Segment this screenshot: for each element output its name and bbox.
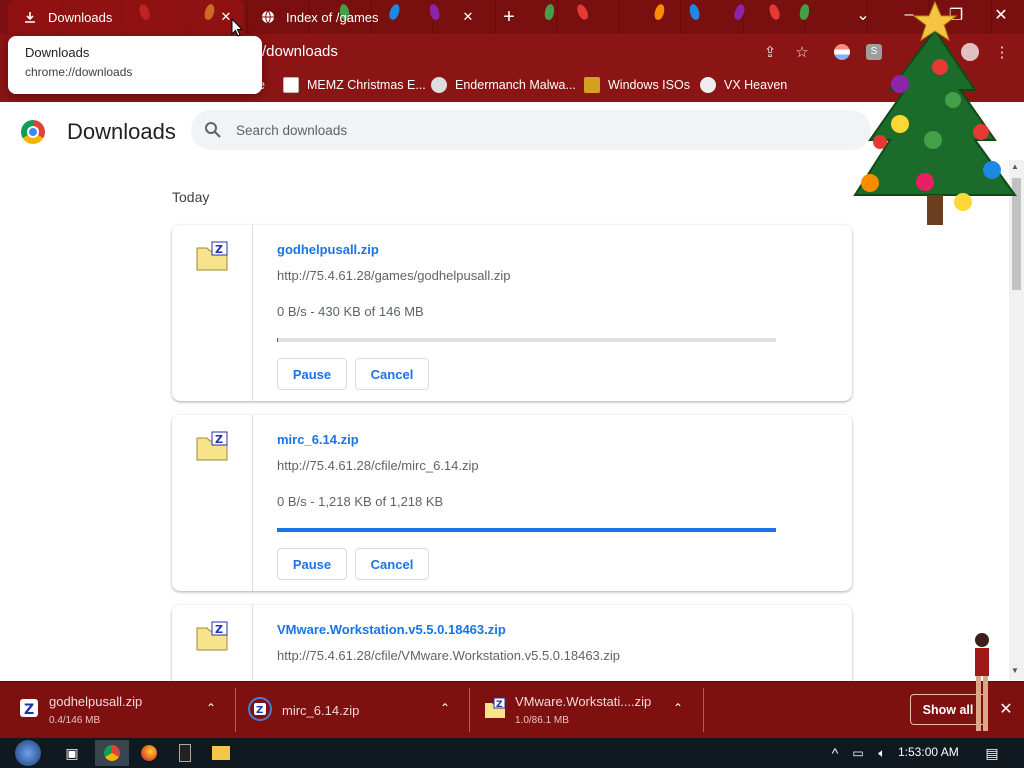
svg-text:Z: Z	[24, 702, 34, 718]
bookmark-endermanch[interactable]: Endermanch Malwa...	[431, 74, 576, 96]
zip-file-icon: Z	[196, 431, 228, 461]
notification-icon[interactable]: ▤	[980, 740, 1004, 766]
pause-button[interactable]: Pause	[277, 358, 347, 390]
zip-file-icon: Z	[20, 699, 38, 718]
shelf-file-name: mirc_6.14.zip	[282, 703, 360, 718]
taskbar-file-explorer-icon[interactable]	[209, 740, 233, 766]
shelf-file-size: 1.0/86.1 MB	[515, 715, 569, 726]
svg-text:Z: Z	[215, 433, 223, 446]
file-source-url[interactable]: http://75.4.61.28/games/godhelpusall.zip	[277, 268, 510, 283]
volume-icon[interactable]: 🔈︎	[872, 740, 892, 766]
chevron-up-icon[interactable]: ⌃	[206, 701, 216, 715]
bookmark-windows-isos[interactable]: Windows ISOs	[584, 74, 690, 96]
download-status: 0 B/s - 1,218 KB of 1,218 KB	[277, 494, 444, 509]
download-icon	[22, 9, 38, 25]
shelf-file-name: godhelpusall.zip	[49, 694, 143, 709]
cancel-button[interactable]: Cancel	[355, 358, 429, 390]
tab-title: Downloads	[48, 9, 113, 25]
tab-title: Index of /games	[286, 9, 379, 25]
file-source-url[interactable]: http://75.4.61.28/cfile/mirc_6.14.zip	[277, 458, 479, 473]
tab-downloads[interactable]: Downloads ✕	[8, 0, 244, 34]
page-title: Downloads	[67, 119, 176, 144]
zip-file-icon: Z	[485, 697, 506, 718]
bookmark-label: VX Heaven	[724, 78, 788, 92]
search-icon	[205, 122, 221, 138]
zip-file-icon: Z	[196, 621, 228, 651]
file-icon-column: Z	[172, 415, 253, 591]
svg-text:Z: Z	[256, 705, 263, 716]
pause-button[interactable]: Pause	[277, 548, 347, 580]
bookmark-memz[interactable]: MEMZ Christmas E...	[283, 74, 426, 96]
shelf-item[interactable]: Z VMware.Workstati....zip 1.0/86.1 MB ⌃	[470, 681, 703, 738]
progress-bar	[277, 338, 776, 342]
start-button[interactable]	[10, 740, 46, 766]
file-source-url[interactable]: http://75.4.61.28/cfile/VMware.Workstati…	[277, 648, 620, 663]
progress-bar	[277, 528, 776, 532]
tab-hover-card: Downloads chrome://downloads	[8, 36, 262, 94]
globe-icon	[260, 9, 276, 25]
skull-icon	[431, 77, 447, 93]
figure-icon	[584, 77, 600, 93]
file-name-link[interactable]: VMware.Workstation.v5.5.0.18463.zip	[277, 622, 506, 637]
taskbar-firefox-icon[interactable]	[137, 740, 161, 766]
chrome-logo-icon	[21, 120, 45, 144]
download-item: Z godhelpusall.zip http://75.4.61.28/gam…	[172, 225, 852, 401]
zip-file-icon: Z	[196, 241, 228, 271]
new-tab-button[interactable]: +	[496, 0, 522, 34]
progress-fill	[277, 528, 776, 532]
bookmark-star-icon[interactable]: ☆	[792, 42, 812, 62]
svg-text:Z: Z	[215, 243, 223, 256]
share-icon[interactable]: ⇪	[760, 42, 780, 62]
zip-file-icon: Z	[248, 697, 272, 721]
bookmark-label: Windows ISOs	[608, 78, 690, 92]
tray-chevron-up-icon[interactable]: ^	[825, 740, 845, 766]
chevron-up-icon[interactable]: ⌃	[440, 701, 450, 715]
hover-card-title: Downloads	[25, 45, 90, 60]
scroll-down-icon[interactable]: ▼	[1011, 666, 1019, 675]
taskbar-chrome-icon[interactable]	[95, 740, 129, 766]
download-item: Z mirc_6.14.zip http://75.4.61.28/cfile/…	[172, 415, 852, 591]
search-input[interactable]	[236, 120, 836, 140]
close-shelf-icon[interactable]: ✕	[996, 699, 1016, 719]
address-bar[interactable]: /downloads	[262, 43, 338, 60]
svg-text:Z: Z	[496, 700, 503, 710]
file-name-link[interactable]: godhelpusall.zip	[277, 242, 379, 257]
progress-fill	[277, 338, 279, 342]
bookmark-label: MEMZ Christmas E...	[307, 78, 426, 92]
clock[interactable]: 1:53:00 AM	[898, 745, 959, 759]
hover-card-url: chrome://downloads	[25, 65, 133, 79]
shelf-item[interactable]: Z godhelpusall.zip 0.4/146 MB ⌃	[0, 681, 236, 738]
bookmark-label: Endermanch Malwa...	[455, 78, 576, 92]
christmas-tree-icon	[853, 0, 1017, 225]
download-status: 0 B/s - 430 KB of 146 MB	[277, 304, 424, 319]
page-icon	[283, 77, 299, 93]
bookmark-vx-heaven[interactable]: VX Heaven	[700, 74, 787, 96]
mouse-cursor-icon	[231, 18, 243, 37]
chevron-up-icon[interactable]: ⌃	[673, 701, 683, 715]
task-view-icon[interactable]: ▣	[60, 740, 84, 766]
network-icon[interactable]: ▭	[848, 740, 868, 766]
shelf-file-name: VMware.Workstati....zip	[515, 694, 652, 709]
cancel-button[interactable]: Cancel	[355, 548, 429, 580]
tab-index-of-games[interactable]: Index of /games ✕	[248, 0, 486, 34]
desktop-figure-icon	[975, 633, 989, 731]
shelf-file-size: 0.4/146 MB	[49, 715, 101, 726]
file-name-link[interactable]: mirc_6.14.zip	[277, 432, 359, 447]
file-icon-column: Z	[172, 225, 253, 401]
biohazard-icon	[700, 77, 716, 93]
close-tab-icon[interactable]: ✕	[460, 9, 476, 25]
svg-text:Z: Z	[215, 623, 223, 636]
taskbar-app-icon[interactable]	[173, 740, 197, 766]
shelf-item[interactable]: Z mirc_6.14.zip ⌃	[236, 681, 470, 738]
date-section-heading: Today	[172, 189, 210, 205]
divider	[703, 688, 704, 732]
